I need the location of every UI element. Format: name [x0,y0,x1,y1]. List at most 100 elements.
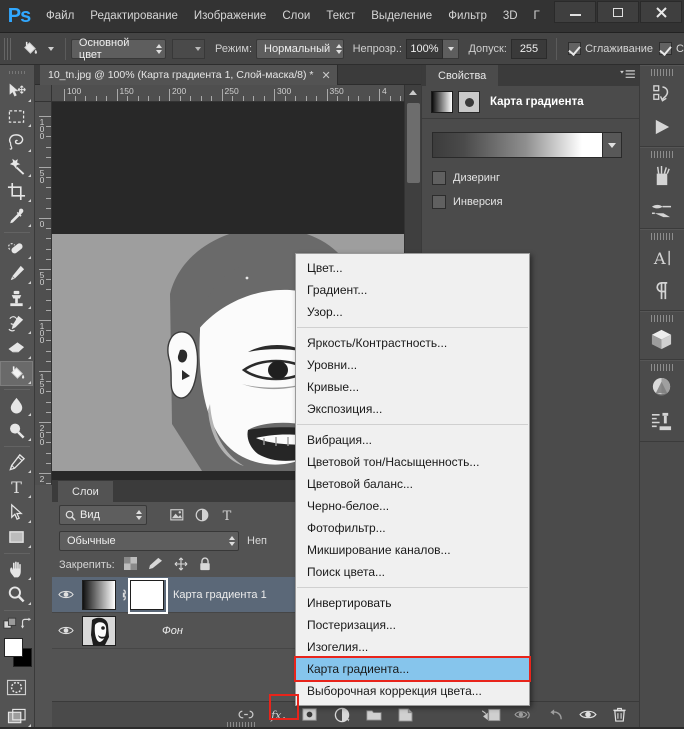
pattern-swatch-select[interactable] [172,38,206,59]
filter-adjustment-icon[interactable] [194,507,210,523]
path-selection-tool[interactable] [0,500,33,525]
magic-wand-tool[interactable] [0,154,33,179]
panel-menu-icon[interactable] [619,69,635,81]
hand-tool[interactable] [0,557,33,582]
menu-item-vibrance[interactable]: Вибрация... [296,429,529,451]
healing-brush-tool[interactable] [0,236,33,261]
dock-grip[interactable] [651,69,673,76]
pen-tool[interactable] [0,450,33,475]
paint-bucket-tool[interactable] [0,361,33,386]
antialias-checkbox[interactable]: Сглаживание [568,42,653,55]
layer-thumbnail[interactable] [82,615,116,646]
screen-mode-toggle[interactable] [0,704,33,729]
history-icon[interactable] [640,77,683,110]
tolerance-input[interactable]: 255 [510,38,548,59]
move-tool[interactable] [0,79,33,104]
3d-cube-icon[interactable] [640,323,683,356]
layer-mask-thumbnail[interactable] [128,577,168,614]
menu-layers[interactable]: Слои [274,6,318,26]
close-icon[interactable]: ✕ [322,69,331,82]
filter-pixel-icon[interactable] [169,507,185,523]
menu-view[interactable]: Г [526,6,548,26]
layer-filter-select[interactable]: Вид [59,505,147,525]
new-adjustment-layer-button[interactable] [332,705,351,724]
rectangle-shape-tool[interactable] [0,525,33,550]
reverse-checkbox-row[interactable]: Инверсия [432,195,503,209]
adjustment-thumbnail[interactable] [431,91,453,113]
new-group-button[interactable] [364,705,383,724]
menu-item-black-and-white[interactable]: Черно-белое... [296,495,529,517]
menu-filter[interactable]: Фильтр [440,6,495,26]
dither-checkbox-row[interactable]: Дизеринг [432,171,500,185]
menu-item-photo-filter[interactable]: Фотофильтр... [296,517,529,539]
menu-text[interactable]: Текст [318,6,363,26]
menu-3d[interactable]: 3D [495,6,526,26]
dock-grip[interactable] [651,233,673,240]
lasso-tool[interactable] [0,129,33,154]
crop-tool[interactable] [0,179,33,204]
menu-item-channel-mixer[interactable]: Микширование каналов... [296,539,529,561]
blur-tool[interactable] [0,393,33,418]
preview-eye-button[interactable] [578,705,597,724]
close-button[interactable] [640,1,682,23]
color-swatches[interactable] [0,636,33,670]
menu-item-exposure[interactable]: Экспозиция... [296,398,529,420]
clone-stamp-tool[interactable] [0,286,33,311]
type-tool[interactable]: T [0,475,33,500]
eyedropper-tool[interactable] [0,204,33,229]
menu-item-curves[interactable]: Кривые... [296,376,529,398]
tool-preset-caret-icon[interactable] [47,46,54,51]
reset-button[interactable] [546,705,565,724]
fill-source-select[interactable]: Основной цвет [70,37,167,61]
menu-item-gradient-map[interactable]: Карта градиента... [294,656,531,682]
tab-layers[interactable]: Слои [58,481,113,502]
gradient-dropdown-button[interactable] [603,132,622,158]
visibility-toggle-button[interactable] [514,705,533,724]
quick-mask-toggle[interactable] [0,675,33,700]
eraser-tool[interactable] [0,336,33,361]
menu-item-solid-color[interactable]: Цвет... [296,257,529,279]
minimize-button[interactable] [554,1,596,23]
mask-link-icon[interactable] [116,588,130,602]
menu-item-posterize[interactable]: Постеризация... [296,614,529,636]
add-mask-button[interactable] [482,705,501,724]
menu-item-color-lookup[interactable]: Поиск цвета... [296,561,529,583]
menu-item-hue-saturation[interactable]: Цветовой тон/Насыщенность... [296,451,529,473]
swap-colors-icon[interactable] [20,617,34,631]
document-tab[interactable]: 10_tn.jpg @ 100% (Карта градиента 1, Сло… [40,65,338,85]
dock-grip[interactable] [651,315,673,322]
mask-thumbnail[interactable] [458,91,480,113]
tab-properties[interactable]: Свойства [426,65,499,86]
character-icon[interactable]: A [640,241,683,274]
menu-edit[interactable]: Редактирование [82,6,186,26]
menu-item-levels[interactable]: Уровни... [296,354,529,376]
menu-image[interactable]: Изображение [186,6,274,26]
scroll-up-arrow-icon[interactable] [409,90,417,95]
panel-resize-grip[interactable] [227,722,255,727]
gradient-preview-swatch[interactable] [432,132,603,158]
blend-mode-select-layers[interactable]: Обычные [59,530,239,551]
menu-item-invert[interactable]: Инвертировать [296,592,529,614]
menu-file[interactable]: Файл [38,6,82,26]
lock-position-icon[interactable] [174,557,188,574]
blend-mode-select[interactable]: Нормальный [256,38,344,59]
menu-item-brightness-contrast[interactable]: Яркость/Контрастность... [296,332,529,354]
brush-settings-icon[interactable] [640,192,683,225]
brush-tool[interactable] [0,261,33,286]
adjustments-icon[interactable] [640,405,683,438]
toolbar-grip[interactable] [9,68,25,77]
checkbox-icon[interactable] [432,195,446,209]
contiguous-checkbox[interactable]: С [659,42,684,55]
opacity-input[interactable]: 100% [405,38,443,59]
delete-button[interactable] [610,705,629,724]
default-colors-icon[interactable] [3,617,17,632]
lock-transparency-icon[interactable] [123,557,137,573]
layer-name[interactable]: Фон [162,625,183,637]
history-brush-tool[interactable] [0,311,33,336]
menu-select[interactable]: Выделение [363,6,440,26]
menu-item-selective-color[interactable]: Выборочная коррекция цвета... [296,680,529,702]
checkbox-icon[interactable] [432,171,446,185]
new-layer-button[interactable] [396,705,415,724]
lock-image-icon[interactable] [148,557,163,573]
dock-grip[interactable] [651,364,673,371]
